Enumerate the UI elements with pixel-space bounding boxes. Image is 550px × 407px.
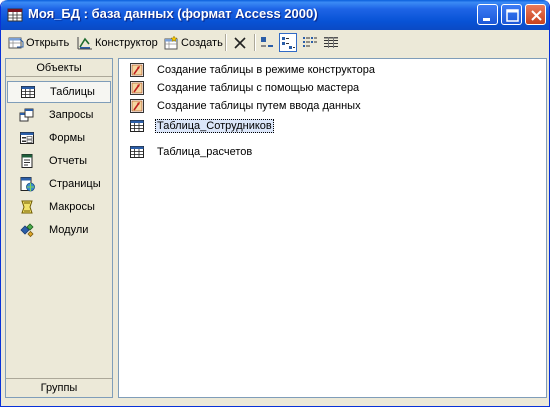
create-label: Создать (181, 36, 223, 49)
form-icon (20, 132, 34, 144)
title-bar[interactable]: Моя_БД : база данных (формат Access 2000… (1, 0, 549, 30)
toolbar-separator (254, 34, 256, 51)
list-item[interactable]: Создание таблицы в режиме конструктора (129, 61, 375, 78)
list-item-label: Таблица_расчетов (157, 145, 253, 158)
objects-header[interactable]: Объекты (6, 59, 112, 77)
delete-icon (234, 36, 246, 49)
open-label: Открыть (26, 36, 70, 49)
sidebar-item-pages[interactable]: Страницы (7, 173, 111, 195)
details-view-button[interactable] (323, 33, 339, 52)
sidebar-item-queries[interactable]: Запросы (7, 104, 111, 126)
window-title: Моя_БД : база данных (формат Access 2000… (28, 6, 318, 21)
sidebar-item-label: Страницы (49, 178, 101, 190)
close-button[interactable] (525, 4, 546, 25)
table-icon (21, 86, 35, 98)
minimize-icon (483, 18, 490, 21)
shortcut-icon (130, 98, 144, 113)
list-item-label: Создание таблицы путем ввода данных (157, 99, 361, 112)
create-icon (164, 34, 178, 49)
database-window-icon (7, 8, 23, 22)
create-button[interactable]: Создать (163, 33, 223, 52)
maximize-icon (506, 9, 519, 22)
list-item[interactable]: Создание таблицы с помощью мастера (129, 79, 359, 96)
shortcut-icon (130, 62, 144, 77)
open-icon (8, 37, 24, 48)
list-item[interactable]: Создание таблицы путем ввода данных (129, 97, 361, 114)
page-icon (20, 177, 35, 192)
list-item-label: Таблица_Сотрудников (155, 118, 274, 133)
sidebar-item-macros[interactable]: Макросы (7, 196, 111, 218)
objects-sidebar: Объекты Таблицы Запросы Формы Отчеты Стр… (5, 58, 113, 398)
sidebar-item-label: Отчеты (49, 155, 88, 167)
sidebar-item-reports[interactable]: Отчеты (7, 150, 111, 172)
delete-button[interactable] (232, 33, 248, 52)
toolbar-separator (225, 34, 227, 51)
sidebar-item-label: Запросы (49, 109, 94, 121)
macro-icon (21, 200, 33, 214)
groups-footer[interactable]: Группы (6, 378, 112, 397)
table-icon (130, 145, 144, 158)
list-item[interactable]: Таблица_расчетов (129, 143, 252, 160)
sidebar-item-forms[interactable]: Формы (7, 127, 111, 149)
close-icon (531, 10, 542, 21)
design-icon (77, 36, 92, 49)
query-icon (19, 108, 34, 122)
sidebar-item-tables[interactable]: Таблицы (7, 81, 111, 103)
small-icons-button[interactable] (279, 33, 297, 52)
open-button[interactable]: Открыть (8, 33, 69, 52)
list-item[interactable]: Таблица_Сотрудников (129, 117, 274, 134)
minimize-button[interactable] (477, 4, 498, 25)
database-window: Моя_БД : база данных (формат Access 2000… (0, 0, 550, 407)
report-icon (21, 154, 33, 168)
toolbar: Открыть Конструктор Создать (1, 30, 549, 55)
large-icons-button[interactable] (259, 33, 275, 52)
objects-list-pane[interactable]: Создание таблицы в режиме конструктора С… (118, 58, 547, 398)
sidebar-item-label: Макросы (49, 201, 95, 213)
maximize-button[interactable] (501, 4, 522, 25)
small-icons-icon (282, 36, 295, 49)
list-view-button[interactable] (302, 33, 318, 52)
sidebar-item-label: Формы (49, 132, 86, 144)
list-view-icon (303, 36, 317, 47)
list-item-label: Создание таблицы с помощью мастера (157, 81, 360, 94)
list-item-label: Создание таблицы в режиме конструктора (157, 63, 375, 76)
design-button[interactable]: Конструктор (77, 33, 158, 52)
sidebar-item-label: Таблицы (50, 86, 95, 98)
large-icons-icon (261, 36, 273, 47)
details-view-icon (324, 36, 338, 48)
module-icon (20, 223, 34, 238)
design-label: Конструктор (95, 36, 158, 49)
sidebar-item-modules[interactable]: Модули (7, 219, 111, 241)
shortcut-icon (130, 80, 144, 95)
table-icon (130, 119, 144, 132)
sidebar-item-label: Модули (49, 224, 89, 236)
